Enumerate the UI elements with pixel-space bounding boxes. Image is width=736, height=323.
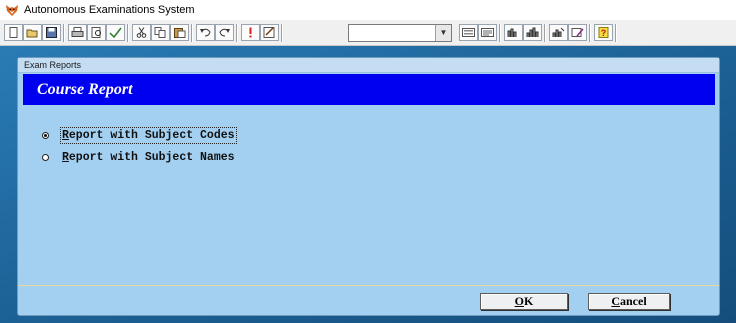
spell-check-icon[interactable] bbox=[106, 24, 125, 41]
exam-reports-dialog: Exam Reports Course Report Report with S… bbox=[17, 57, 720, 316]
toolbar-separator bbox=[236, 24, 238, 42]
new-icon[interactable] bbox=[4, 24, 23, 41]
option-label-subject-names[interactable]: Report with Subject Names bbox=[61, 150, 236, 165]
toolbar-separator bbox=[499, 24, 501, 42]
toolbar-separator bbox=[127, 24, 129, 42]
copy-icon[interactable] bbox=[151, 24, 170, 41]
report-icon[interactable] bbox=[478, 24, 497, 41]
toolbar-separator bbox=[544, 24, 546, 42]
app-workspace: Exam Reports Course Report Report with S… bbox=[0, 46, 736, 323]
cancel-text: ancel bbox=[620, 294, 647, 308]
help-icon[interactable]: ? bbox=[594, 24, 613, 41]
toolbar-separator bbox=[615, 24, 617, 42]
toolbar-separator bbox=[281, 24, 283, 42]
cancel-button[interactable]: Cancel bbox=[588, 293, 670, 310]
toolbar-separator bbox=[589, 24, 591, 42]
main-toolbar: ▼ ? bbox=[0, 20, 736, 46]
database-icon[interactable] bbox=[504, 24, 523, 41]
svg-text:?: ? bbox=[601, 28, 607, 38]
chevron-down-icon[interactable]: ▼ bbox=[435, 25, 451, 41]
redo-icon[interactable] bbox=[215, 24, 234, 41]
dialog-divider bbox=[18, 285, 719, 286]
radio-subject-codes[interactable] bbox=[42, 132, 49, 139]
banner-title: Course Report bbox=[37, 81, 133, 98]
option-text: eport with Subject Names bbox=[68, 151, 235, 164]
run-icon[interactable] bbox=[241, 24, 260, 41]
save-icon[interactable] bbox=[42, 24, 61, 41]
paste-icon[interactable] bbox=[170, 24, 189, 41]
option-hotkey: R bbox=[62, 151, 69, 164]
print-preview-icon[interactable] bbox=[87, 24, 106, 41]
option-text: eport with Subject Codes bbox=[68, 129, 235, 142]
ok-text: K bbox=[524, 294, 534, 308]
toolbar-separator bbox=[191, 24, 193, 42]
window-titlebar[interactable]: Autonomous Examinations System bbox=[0, 0, 736, 20]
option-hotkey: R bbox=[62, 129, 69, 142]
ok-button[interactable]: OK bbox=[480, 293, 568, 310]
ok-hotkey: O bbox=[514, 294, 524, 308]
wizard-icon[interactable] bbox=[568, 24, 587, 41]
window-title: Autonomous Examinations System bbox=[24, 4, 195, 16]
cancel-hotkey: C bbox=[611, 294, 620, 308]
print-icon[interactable] bbox=[68, 24, 87, 41]
open-icon[interactable] bbox=[23, 24, 42, 41]
dialog-titlebar[interactable]: Exam Reports bbox=[18, 58, 719, 73]
toolbar-combo-box[interactable]: ▼ bbox=[348, 24, 452, 42]
toolbar-separator bbox=[63, 24, 65, 42]
form-icon[interactable] bbox=[459, 24, 478, 41]
chart-icon[interactable] bbox=[523, 24, 542, 41]
dialog-banner: Course Report bbox=[23, 74, 715, 105]
dialog-title: Exam Reports bbox=[24, 60, 82, 70]
cut-icon[interactable] bbox=[132, 24, 151, 41]
fox-app-icon bbox=[5, 3, 19, 17]
option-label-subject-codes[interactable]: Report with Subject Codes bbox=[60, 127, 237, 144]
radio-subject-names[interactable] bbox=[42, 154, 49, 161]
modify-form-icon[interactable] bbox=[260, 24, 279, 41]
undo-icon[interactable] bbox=[196, 24, 215, 41]
tools-icon[interactable] bbox=[549, 24, 568, 41]
